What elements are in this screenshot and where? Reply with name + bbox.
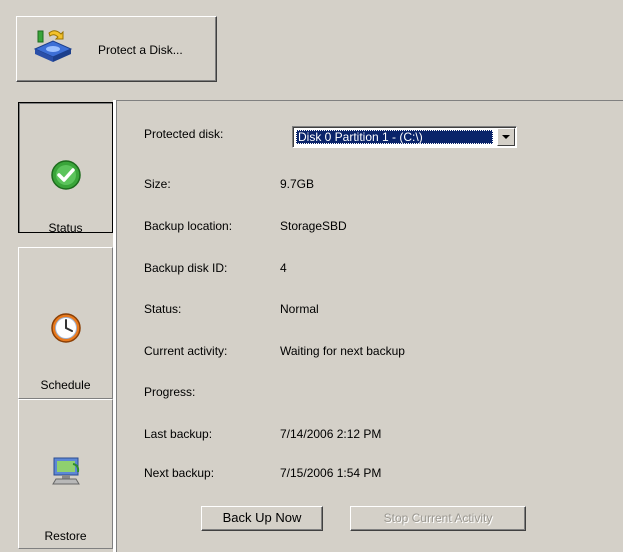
tab-schedule-label: Schedule [40, 378, 91, 392]
clock-icon [47, 309, 85, 347]
back-up-now-button[interactable]: Back Up Now [201, 506, 323, 531]
status-label: Status: [144, 302, 182, 316]
current-activity-label: Current activity: [144, 344, 228, 358]
protect-disk-icon [31, 27, 75, 65]
chevron-down-icon[interactable] [497, 128, 515, 146]
progress-label: Progress: [144, 385, 196, 399]
protect-disk-button[interactable]: Protect a Disk... [16, 16, 217, 82]
next-backup-value: 7/15/2006 1:54 PM [280, 466, 382, 480]
backup-disk-id-label: Backup disk ID: [144, 261, 228, 275]
restore-computer-icon [47, 452, 85, 490]
size-label: Size: [144, 177, 171, 191]
protected-disk-selected-value: Disk 0 Partition 1 - (C:\) [296, 130, 493, 144]
backup-location-value: StorageSBD [280, 219, 347, 233]
tab-status-label: Status [48, 221, 83, 235]
last-backup-label: Last backup: [144, 427, 213, 441]
current-activity-value: Waiting for next backup [280, 344, 405, 358]
check-icon [47, 156, 85, 194]
tab-restore-label: Restore [44, 529, 87, 543]
last-backup-value: 7/14/2006 2:12 PM [280, 427, 382, 441]
protected-disk-select[interactable]: Disk 0 Partition 1 - (C:\) [292, 126, 517, 148]
stop-current-activity-button[interactable]: Stop Current Activity [350, 506, 526, 531]
backup-location-label: Backup location: [144, 219, 233, 233]
status-value: Normal [280, 302, 319, 316]
status-details-panel [116, 100, 623, 552]
sidebar: Status Schedule Restore [0, 100, 113, 552]
toolbar-area: Protect a Disk... [0, 0, 623, 100]
protected-disk-label: Protected disk: [144, 127, 224, 141]
protect-disk-label: Protect a Disk... [98, 43, 183, 57]
size-value: 9.7GB [280, 177, 315, 191]
tab-restore[interactable]: Restore [18, 399, 113, 549]
tab-status[interactable]: Status [18, 102, 113, 235]
backup-disk-id-value: 4 [280, 261, 287, 275]
next-backup-label: Next backup: [144, 466, 215, 480]
tab-schedule[interactable]: Schedule [18, 247, 113, 399]
